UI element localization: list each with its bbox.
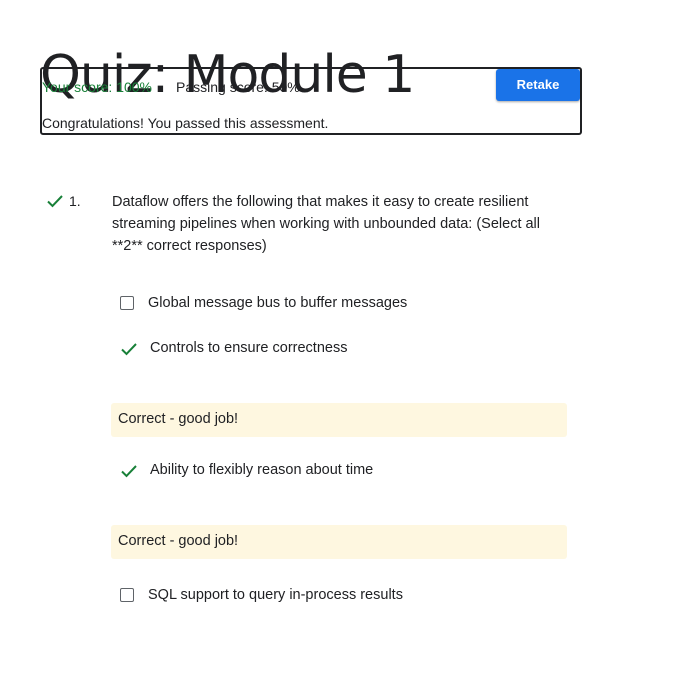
feedback-text: Correct - good job!	[118, 411, 239, 427]
your-score: Your score: 100%	[42, 79, 152, 95]
feedback-box: Correct - good job!	[111, 403, 567, 437]
checkbox-unchecked[interactable]	[120, 588, 134, 602]
option-label: Ability to flexibly reason about time	[150, 462, 374, 478]
retake-button[interactable]: Retake	[496, 69, 580, 101]
passing-score: Passing score: 50%	[176, 79, 300, 95]
checkbox-unchecked[interactable]	[120, 296, 134, 310]
question-text: Dataflow offers the following that makes…	[112, 194, 541, 254]
checkmark-icon	[121, 465, 137, 478]
option-label: SQL support to query in-process results	[148, 587, 403, 603]
question-number: 1.	[69, 193, 81, 209]
feedback-box: Correct - good job!	[111, 525, 567, 559]
score-summary: Your score: 100% Passing score: 50% Cong…	[40, 67, 582, 135]
checkmark-icon	[47, 195, 63, 208]
option-label: Global message bus to buffer messages	[148, 295, 408, 311]
checkmark-icon	[121, 343, 137, 356]
feedback-text: Correct - good job!	[118, 533, 239, 549]
option-label: Controls to ensure correctness	[150, 340, 348, 356]
pass-message: Congratulations! You passed this assessm…	[42, 115, 329, 131]
